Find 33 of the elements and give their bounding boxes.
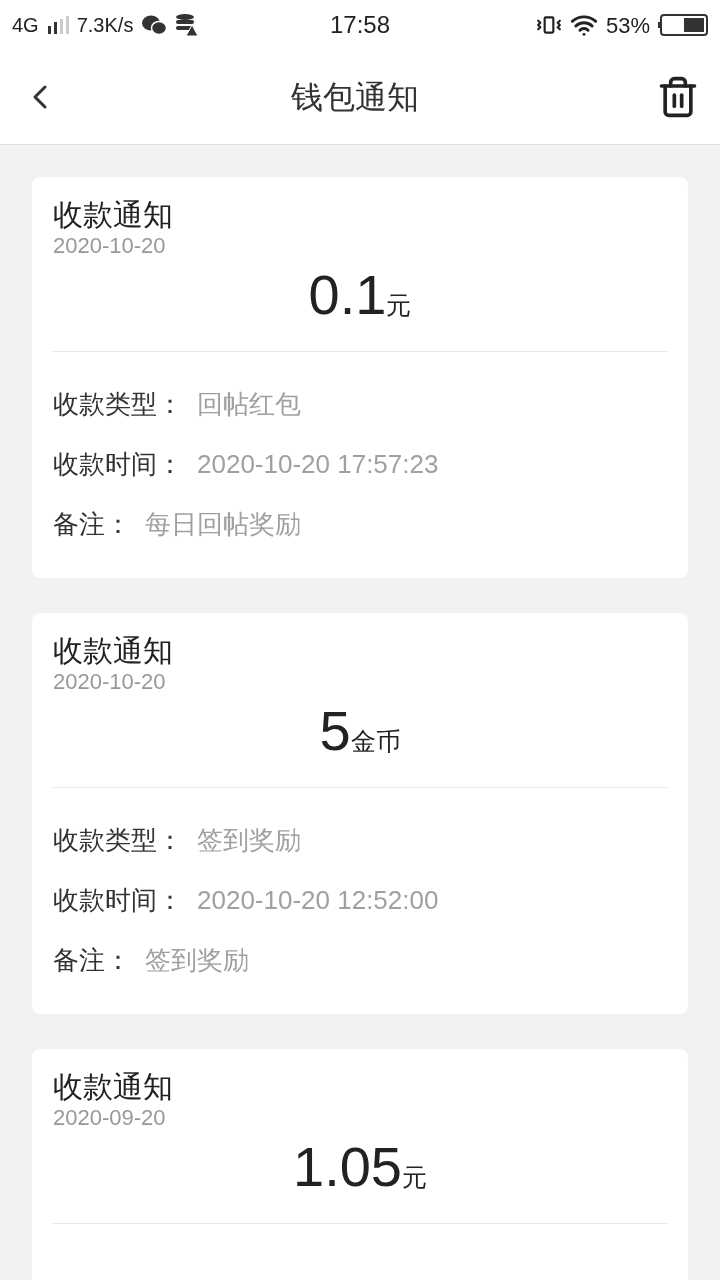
field-value: 签到奖励 [145, 943, 249, 977]
field-value: 回帖红包 [197, 387, 301, 421]
field-label: 收款类型： [53, 823, 183, 857]
field-label: 备注： [53, 507, 131, 541]
field-label: 收款时间： [53, 883, 183, 917]
network-speed: 7.3K/s [76, 13, 134, 38]
database-warning-icon [175, 13, 200, 37]
clock: 17:58 [328, 10, 392, 40]
notice-date: 2020-10-20 [53, 233, 167, 259]
field-label: 收款类型： [53, 387, 183, 421]
amount: 0.1 [308, 262, 387, 328]
field-value: 每日回帖奖励 [145, 507, 301, 541]
field-value: 2020-10-20 12:52:00 [197, 883, 439, 917]
amount-unit: 元 [386, 290, 412, 321]
battery-icon [658, 14, 708, 36]
amount: 5 [319, 698, 351, 764]
amount-unit: 元 [402, 1162, 427, 1193]
notice-date: 2020-09-20 [53, 1105, 167, 1131]
notice-title: 收款通知 [53, 197, 174, 233]
field-value: 2020-10-20 17:57:23 [197, 447, 439, 481]
chat-bubbles-icon [141, 14, 168, 36]
notice-title: 收款通知 [53, 1069, 174, 1105]
page-title: 钱包通知 [290, 78, 420, 117]
battery-percent: 53% [605, 11, 650, 40]
notice-title: 收款通知 [53, 633, 174, 669]
network-type: 4G [12, 13, 39, 38]
field-label: 备注： [53, 943, 131, 977]
field-label: 收款时间： [53, 447, 183, 481]
amount-unit: 金币 [350, 727, 401, 757]
signal-icon [46, 16, 69, 34]
notice-date: 2020-10-20 [53, 669, 167, 695]
field-value: 签到奖励 [197, 823, 301, 857]
amount: 1.05 [293, 1134, 402, 1200]
